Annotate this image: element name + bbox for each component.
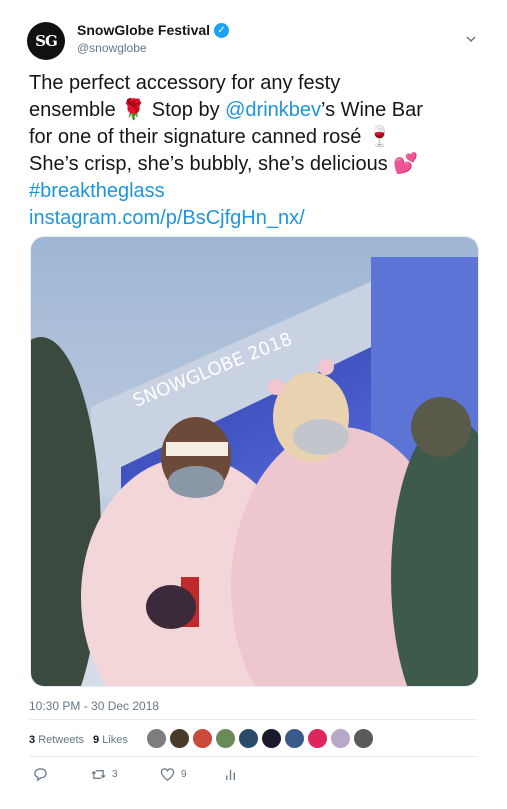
retweet-count: 3 [112, 769, 118, 780]
two-hearts-emoji-icon: 💕 [393, 153, 419, 175]
liker-avatar[interactable] [353, 728, 374, 749]
likes-stat[interactable]: 9 Likes [93, 734, 128, 746]
likes-count: 9 [93, 734, 100, 746]
liker-avatar[interactable] [307, 728, 328, 749]
tweet-text: The perfect accessory for any festy ense… [29, 70, 484, 232]
tweet-photo[interactable]: SNOWGLOBE 2018 [30, 236, 479, 687]
rose-emoji-icon: 🌹 [121, 99, 147, 121]
hashtag-link[interactable]: #breaktheglass [29, 178, 484, 205]
handle[interactable]: @snowglobe [77, 41, 147, 55]
retweet-button[interactable]: 3 [91, 767, 118, 782]
liker-avatar[interactable] [284, 728, 305, 749]
like-count: 9 [181, 769, 187, 780]
liker-avatar[interactable] [261, 728, 282, 749]
retweets-stat[interactable]: 3 Retweets [29, 734, 84, 746]
tweet-text-line: ’s Wine Bar [321, 99, 423, 121]
like-button[interactable]: 9 [160, 767, 187, 782]
author-name-row[interactable]: SnowGlobe Festival ✓ [77, 22, 230, 38]
retweets-count: 3 [29, 734, 36, 746]
reply-button[interactable] [33, 767, 48, 782]
tweet-text-line: She’s crisp, she’s bubbly, she’s delicio… [29, 153, 394, 175]
liker-avatars [146, 728, 374, 749]
tweet-text-line: ensemble [29, 99, 122, 121]
liker-avatar[interactable] [146, 728, 167, 749]
liker-avatar[interactable] [215, 728, 236, 749]
analytics-button[interactable] [223, 767, 238, 782]
retweets-label: Retweets [38, 734, 85, 746]
analytics-icon [226, 769, 235, 781]
divider [29, 756, 477, 757]
liker-avatar[interactable] [238, 728, 259, 749]
avatar[interactable]: SG [27, 22, 65, 60]
tweet-text-line: The perfect accessory for any festy [29, 72, 341, 94]
wine-glass-emoji-icon: 🍷 [367, 126, 392, 148]
liker-avatar[interactable] [192, 728, 213, 749]
tweet-stats: 3 Retweets 9 Likes [29, 734, 128, 746]
verified-badge-icon: ✓ [214, 22, 230, 38]
instagram-link[interactable]: instagram.com/p/BsCjfgHn_nx/ [29, 205, 484, 232]
tweet-actions: 3 9 [29, 767, 469, 787]
likes-label: Likes [102, 734, 128, 746]
retweet-icon [91, 770, 106, 779]
chevron-down-icon[interactable] [464, 32, 478, 46]
liker-avatar[interactable] [330, 728, 351, 749]
divider [29, 719, 477, 720]
tweet-text-line: Stop by [146, 99, 226, 121]
mention-link[interactable]: @drinkbev [225, 99, 321, 121]
reply-icon [34, 768, 47, 782]
heart-icon [160, 768, 175, 781]
tweet-text-line: for one of their signature canned rosé [29, 126, 367, 148]
display-name[interactable]: SnowGlobe Festival [77, 22, 210, 38]
tweet-timestamp[interactable]: 10:30 PM - 30 Dec 2018 [29, 699, 159, 713]
tweet-card: SG SnowGlobe Festival ✓ @snowglobe The p… [0, 0, 507, 809]
liker-avatar[interactable] [169, 728, 190, 749]
photo-illustration: SNOWGLOBE 2018 [31, 237, 478, 686]
